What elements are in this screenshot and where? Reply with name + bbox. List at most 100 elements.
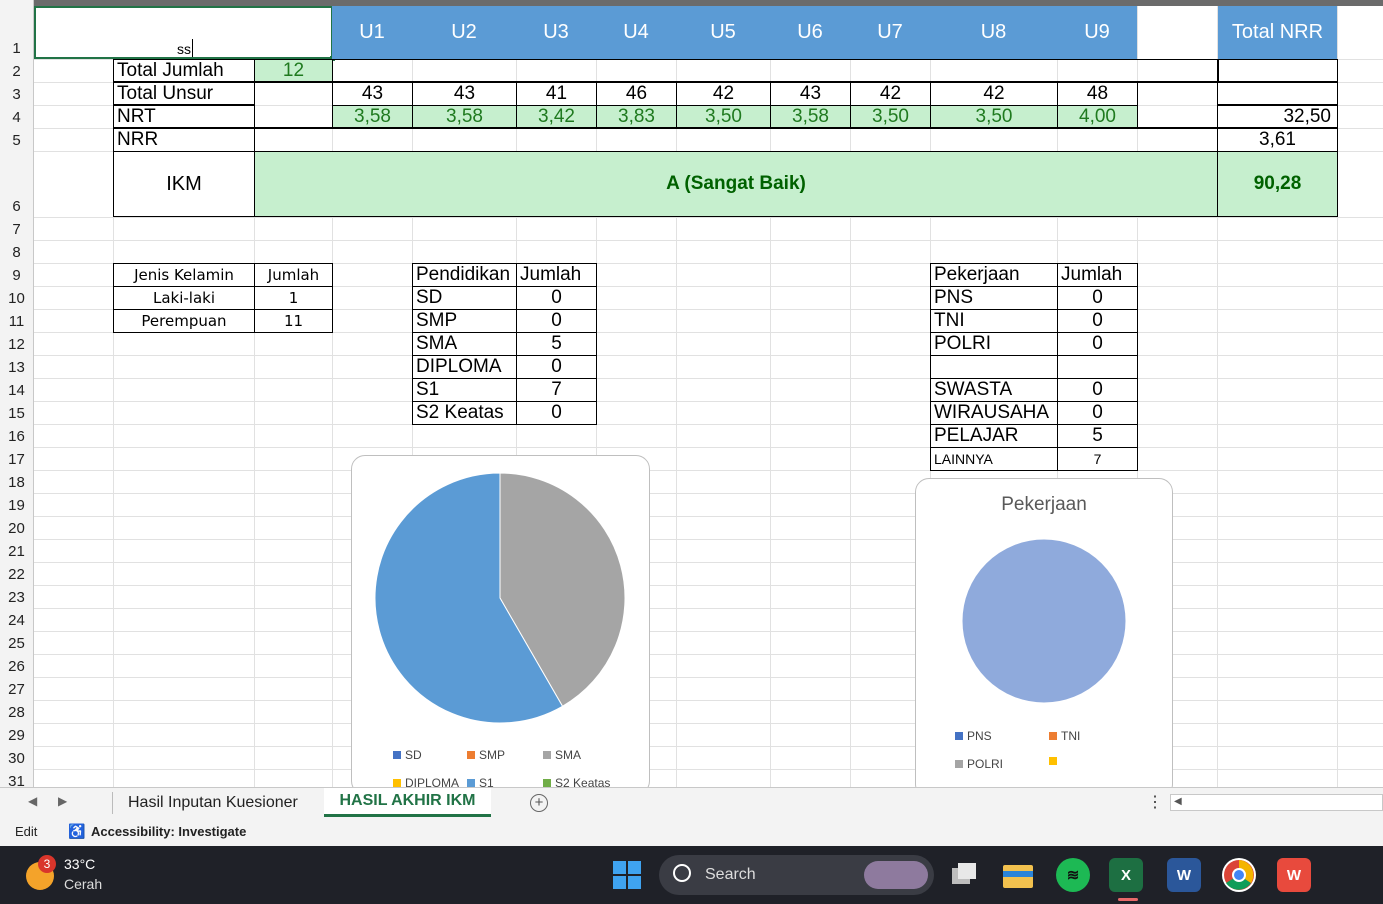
total-unsur-value[interactable]: 41 [516,82,597,106]
row-number[interactable]: 4 [0,109,33,127]
row-number[interactable]: 12 [0,336,33,354]
row-number[interactable]: 29 [0,727,33,745]
row-number[interactable]: 10 [0,290,33,308]
row-number[interactable]: 26 [0,658,33,676]
total-unsur-value[interactable]: 42 [930,82,1058,106]
unsur-header-5[interactable]: U5 [676,6,770,59]
table-row-label[interactable]: LAINNYA [930,447,1058,471]
unsur-header-2[interactable]: U2 [412,6,516,59]
unsur-header-6[interactable]: U6 [770,6,850,59]
table-row-label[interactable]: SD [412,286,517,310]
nrt-value[interactable]: 3,58 [412,105,517,128]
row-number[interactable]: 27 [0,681,33,699]
table-row-value[interactable]: 1 [254,286,333,310]
table-row-value[interactable]: 11 [254,309,333,333]
table-row-value[interactable]: 0 [516,286,597,310]
total-unsur-value[interactable]: 42 [850,82,931,106]
pie-slice-other[interactable] [961,538,1127,704]
row-number[interactable]: 24 [0,612,33,630]
row2-blank-span[interactable] [332,59,1219,82]
table-row-label[interactable]: SMP [412,309,517,333]
unsur-header-7[interactable]: U7 [850,6,930,59]
table-header[interactable]: Pekerjaan [930,263,1058,287]
table-row-value[interactable]: 0 [516,309,597,333]
row-number[interactable]: 23 [0,589,33,607]
table-row-label[interactable]: WIRAUSAHA [930,401,1058,425]
total-nrr-header[interactable]: Total NRR [1218,6,1337,59]
nrt-value[interactable]: 4,00 [1057,105,1138,128]
table-row-label[interactable]: DIPLOMA [412,355,517,379]
table-header[interactable]: Jumlah [1057,263,1138,287]
tab-hasil-akhir-ikm[interactable]: HASIL AKHIR IKM [324,788,491,817]
ikm-value[interactable]: 90,28 [1217,151,1338,217]
total-unsur-value[interactable]: 43 [412,82,517,106]
ikm-grade[interactable]: A (Sangat Baik) [254,151,1218,217]
spreadsheet-grid[interactable]: 1 2 3 4 5 6 7 8 9 10 11 12 13 14 15 16 17 18 19 20 21 22 23 24 2… [0,0,1383,787]
nrt-value[interactable]: 3,50 [930,105,1058,128]
row-number[interactable]: 17 [0,451,33,469]
row-number[interactable]: 30 [0,750,33,768]
job-pie-chart[interactable]: Pekerjaan PNS TNI POLRI [915,478,1173,787]
table-row-label[interactable]: S2 Keatas [412,401,517,425]
nrt-value[interactable]: 3,83 [596,105,677,128]
row-number[interactable]: 11 [0,313,33,331]
row-number[interactable]: 3 [0,86,33,104]
row2-total-nrr-cell[interactable] [1217,59,1338,82]
table-row-value[interactable]: 0 [1057,378,1138,402]
table-row-label[interactable]: PNS [930,286,1058,310]
row-number[interactable]: 18 [0,474,33,492]
table-row-label[interactable]: POLRI [930,332,1058,356]
tab-hasil-inputan-kuesioner[interactable]: Hasil Inputan Kuesioner [118,788,308,817]
table-row-label[interactable]: SWASTA [930,378,1058,402]
unsur-header-9[interactable]: U9 [1057,6,1137,59]
table-header[interactable]: Jenis Kelamin [113,263,255,287]
scrollbar-left-arrow-icon[interactable]: ◀ [1174,796,1182,807]
nrt-label[interactable]: NRT [113,105,255,128]
windows-start-icon[interactable] [610,858,644,892]
row-number[interactable]: 5 [0,132,33,150]
row3-total-nrr-cell[interactable] [1217,82,1338,105]
accessibility-icon[interactable]: ♿ [68,823,85,840]
nrr-label[interactable]: NRR [113,128,255,152]
table-row-label[interactable] [930,355,1058,379]
row-number[interactable]: 28 [0,704,33,722]
ikm-label[interactable]: IKM [113,151,255,217]
spotify-icon[interactable]: ≋ [1056,858,1090,892]
unsur-header-3[interactable]: U3 [516,6,596,59]
row-number[interactable]: 16 [0,428,33,446]
total-unsur-value[interactable]: 48 [1057,82,1138,106]
row-number[interactable]: 21 [0,543,33,561]
row-number[interactable]: 14 [0,382,33,400]
nrt-value[interactable]: 3,50 [676,105,771,128]
row-number[interactable]: 1 [0,40,33,58]
table-row-value[interactable]: 0 [1057,401,1138,425]
taskbar-search-box[interactable]: Search [659,855,934,895]
unsur-header-8[interactable]: U8 [930,6,1057,59]
table-row-value[interactable]: 0 [1057,332,1138,356]
row-number[interactable]: 8 [0,244,33,262]
table-row-label[interactable]: S1 [412,378,517,402]
table-row-value[interactable]: 7 [1057,447,1138,471]
education-pie-chart[interactable]: SD SMP SMA DIPLOMA S1 S2 Keatas [351,455,650,787]
chrome-icon[interactable] [1222,858,1256,892]
row-number[interactable]: 2 [0,63,33,81]
table-row-value[interactable] [1057,355,1138,379]
add-sheet-icon[interactable]: + [530,794,548,812]
active-cell-b1[interactable]: ss [34,6,333,59]
total-unsur-label[interactable]: Total Unsur [113,82,255,105]
nrt-total[interactable]: 32,50 [1217,105,1338,128]
table-row-value[interactable]: 0 [1057,286,1138,310]
table-row-value[interactable]: 5 [516,332,597,356]
row-number[interactable]: 9 [0,267,33,285]
table-row-value[interactable]: 0 [1057,309,1138,333]
unsur-header-1[interactable]: U1 [332,6,412,59]
table-row-label[interactable]: TNI [930,309,1058,333]
file-explorer-icon[interactable] [1001,858,1035,892]
table-row-value[interactable]: 7 [516,378,597,402]
table-header[interactable]: Jumlah [254,263,333,287]
table-row-value[interactable]: 0 [516,355,597,379]
task-view-icon[interactable] [947,858,981,892]
excel-icon[interactable]: X [1109,858,1143,892]
nrt-value[interactable]: 3,50 [850,105,931,128]
total-unsur-value[interactable]: 42 [676,82,771,106]
